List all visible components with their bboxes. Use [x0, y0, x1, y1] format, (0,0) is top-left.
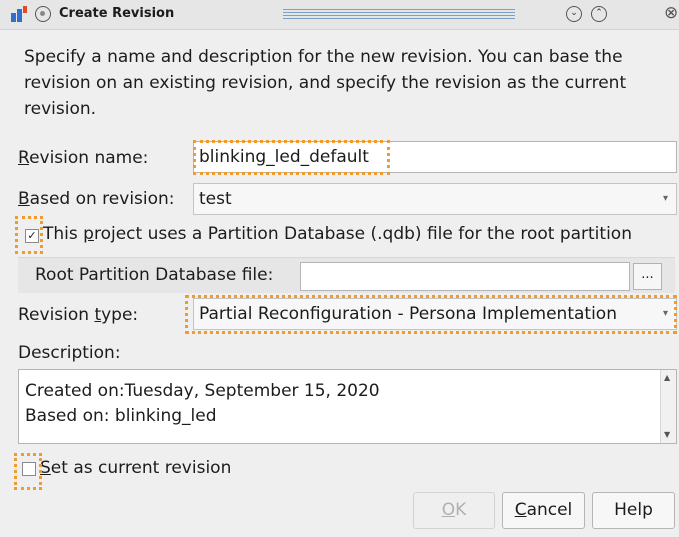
description-label: Description:: [18, 343, 121, 363]
set-current-label[interactable]: Set as current revision: [40, 458, 231, 478]
root-partition-input[interactable]: [300, 262, 630, 291]
maximize-icon[interactable]: ⌃: [591, 6, 607, 22]
revision-name-label: Revision name:: [18, 148, 149, 168]
qdb-checkbox-label[interactable]: This project uses a Partition Database (…: [43, 224, 632, 244]
window-title: Create Revision: [59, 6, 175, 21]
ok-button[interactable]: OK: [413, 492, 495, 529]
scroll-down-icon[interactable]: ▼: [664, 430, 670, 439]
description-line-2: Based on: blinking_led: [25, 406, 217, 426]
revision-name-highlight: [193, 140, 390, 175]
minimize-icon[interactable]: ⌄: [566, 6, 582, 22]
based-on-value: test: [199, 189, 232, 209]
description-textarea[interactable]: Created on:Tuesday, September 15, 2020 B…: [18, 369, 677, 444]
based-on-label: Based on revision:: [18, 189, 175, 209]
close-icon[interactable]: ⊗: [664, 3, 678, 23]
root-partition-label: Root Partition Database file:: [35, 265, 274, 285]
revision-type-label: Revision type:: [18, 305, 139, 325]
cancel-button[interactable]: Cancel: [502, 492, 585, 529]
scroll-up-icon[interactable]: ▲: [664, 373, 670, 382]
based-on-dropdown[interactable]: test ▾: [193, 183, 677, 215]
help-button[interactable]: Help: [592, 492, 675, 529]
title-bar: Create Revision ⌄ ⌃ ⊗: [0, 0, 679, 30]
browse-button[interactable]: ...: [633, 263, 662, 290]
set-current-highlight: [14, 453, 42, 490]
title-bar-grip[interactable]: [283, 9, 515, 20]
description-scrollbar[interactable]: ▲ ▼: [660, 370, 676, 443]
qdb-checkbox-highlight: [15, 216, 43, 254]
revision-type-highlight: [185, 295, 677, 334]
app-icon: [11, 6, 27, 22]
chevron-down-icon: ▾: [662, 193, 668, 204]
window-menu-icon[interactable]: [35, 6, 51, 22]
intro-text: Specify a name and description for the n…: [24, 47, 627, 119]
description-line-1: Created on:Tuesday, September 15, 2020: [25, 381, 380, 401]
